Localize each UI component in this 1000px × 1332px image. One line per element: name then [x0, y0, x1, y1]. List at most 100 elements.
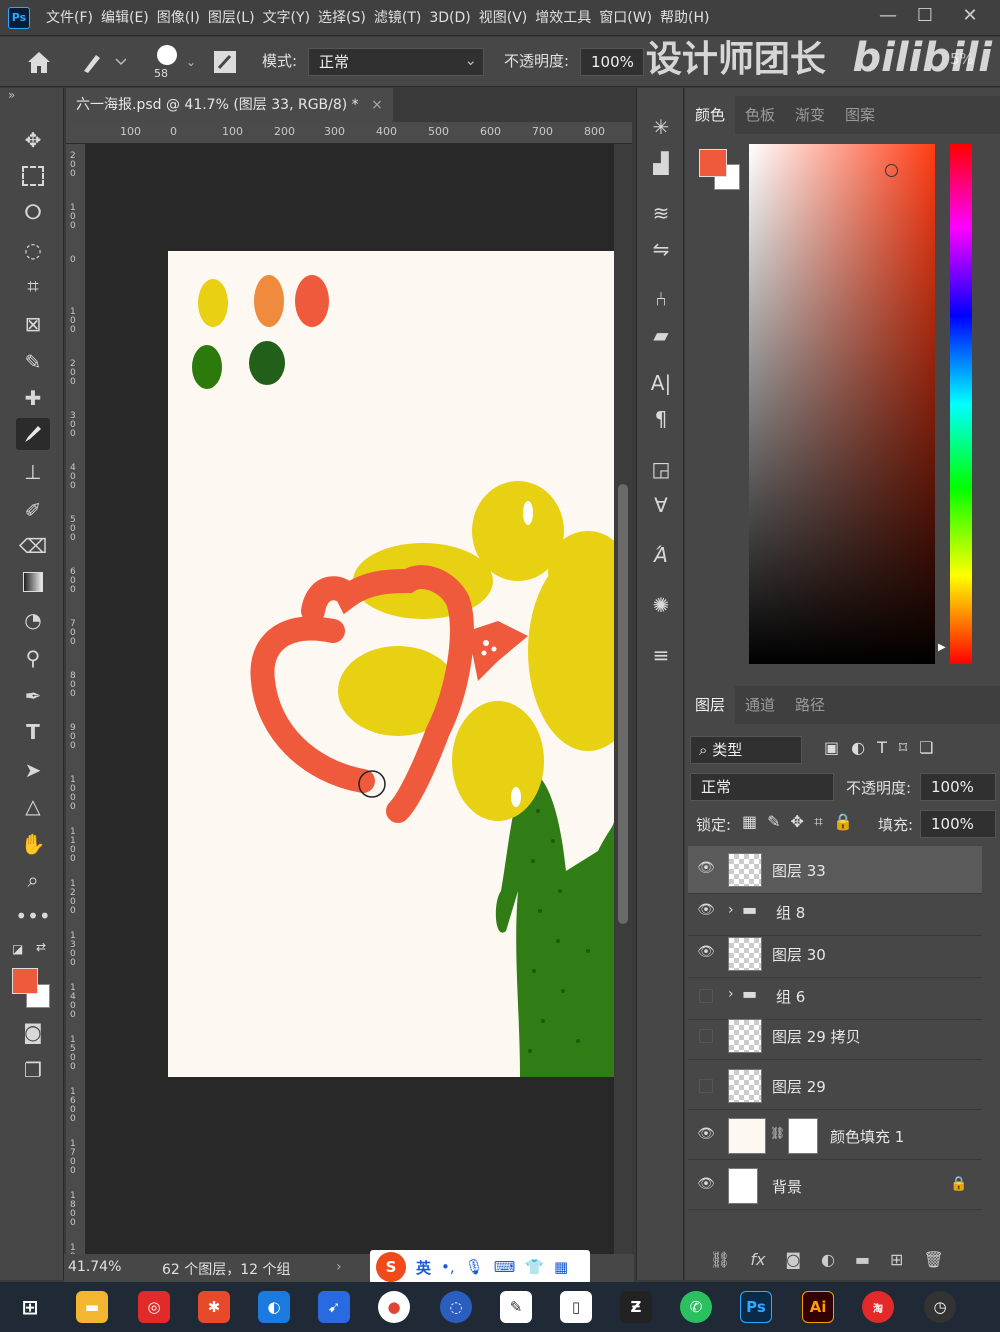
tab-channels[interactable]: 通道 [735, 686, 785, 724]
gradient-tool-icon[interactable] [16, 566, 50, 598]
menu-filter[interactable]: 滤镜(T) [374, 0, 429, 36]
sogou-logo-icon[interactable]: S [376, 1252, 406, 1282]
image-filter-icon[interactable]: ▣ [824, 738, 839, 757]
chrome-icon[interactable]: ● [378, 1291, 410, 1323]
menu-3d[interactable]: 3D(D) [429, 0, 478, 36]
menu-layer[interactable]: 图层(L) [208, 0, 263, 36]
type-tool-icon[interactable]: T [16, 716, 50, 748]
healing-tool-icon[interactable]: ✚ [16, 382, 50, 414]
windows-start-icon[interactable]: ⊞ [14, 1291, 46, 1323]
glyphs-icon[interactable]: Ά [643, 538, 679, 572]
link-icon[interactable]: ⛓ [770, 1126, 785, 1140]
menu-plugins[interactable]: 增效工具 [535, 0, 599, 36]
eye-icon[interactable]: 👁 [696, 1176, 716, 1196]
photoshop-taskbar-icon[interactable]: Ps [740, 1291, 772, 1323]
shape-tool-icon[interactable]: △ [16, 790, 50, 822]
punctuation-icon[interactable]: •, [441, 1258, 455, 1276]
histogram-icon[interactable]: ▟ [643, 146, 679, 180]
new-layer-icon[interactable]: ⊞ [890, 1250, 903, 1269]
chevron-down-icon[interactable]: ⌄ [186, 55, 196, 69]
app-circle-icon[interactable]: ◌ [440, 1291, 472, 1323]
netease-music-icon[interactable]: ◎ [138, 1291, 170, 1323]
zoom-tool-icon[interactable]: ⌕ [16, 864, 50, 896]
chevron-right-icon[interactable]: › [728, 902, 734, 918]
lock-pixels-icon[interactable]: ▦ [742, 812, 757, 832]
home-icon[interactable] [24, 47, 54, 77]
dodge-tool-icon[interactable]: ⚲ [16, 642, 50, 674]
character-icon[interactable]: A| [643, 366, 679, 400]
crop-tool-icon[interactable]: ⌗ [16, 270, 50, 302]
file-explorer-icon[interactable]: ▬ [76, 1291, 108, 1323]
swap-colors-icon[interactable]: ⇄ [36, 940, 46, 954]
layer-row[interactable]: 图层 29 拷贝 [688, 1012, 982, 1060]
document-tab[interactable]: 六一海报.psd @ 41.7% (图层 33, RGB/8) * × [66, 88, 393, 122]
app-z-icon[interactable]: Ƶ [620, 1291, 652, 1323]
stamp-tool-icon[interactable]: ⊥ [16, 456, 50, 488]
new-group-icon[interactable]: ▬ [855, 1250, 870, 1269]
layer-row[interactable]: 👁 ⛓ 颜色填充 1 [688, 1112, 982, 1160]
close-tab-icon[interactable]: × [371, 97, 383, 113]
document-canvas[interactable] [168, 251, 614, 1077]
shape-filter-icon[interactable]: ⌑ [899, 738, 907, 757]
more-tools-icon[interactable]: ••• [15, 900, 50, 932]
mode-select[interactable]: 正常 ⌄ [308, 48, 484, 76]
layer-filter-select[interactable]: ⌕ 类型 [690, 736, 802, 764]
app-blue-icon[interactable]: ◐ [258, 1291, 290, 1323]
lock-artboard-icon[interactable]: ⌗ [814, 812, 823, 832]
frame-tool-icon[interactable]: ⊠ [16, 308, 50, 340]
eye-icon[interactable]: 👁 [696, 944, 716, 964]
add-mask-icon[interactable]: ◙ [785, 1250, 801, 1269]
layer-row[interactable]: 👁 图层 33 [688, 846, 982, 894]
quick-select-tool-icon[interactable]: ◌ [16, 234, 50, 266]
layer-row[interactable]: 👁 图层 30 [688, 930, 982, 978]
menu-type[interactable]: 文字(Y) [263, 0, 318, 36]
tab-color[interactable]: 颜色 [685, 96, 736, 134]
hue-slider[interactable] [950, 144, 972, 664]
tab-layers[interactable]: 图层 [685, 686, 736, 724]
layer-opacity-field[interactable]: 100% [920, 773, 996, 801]
adjustment-filter-icon[interactable]: ◐ [851, 738, 865, 757]
taobao-icon[interactable]: 淘 [862, 1291, 894, 1323]
eraser-tool-icon[interactable]: ⌫ [16, 530, 50, 562]
brush-panel-icon[interactable]: ≋ [643, 196, 679, 230]
quick-mask-icon[interactable]: ◙ [16, 1016, 50, 1048]
skin-icon[interactable]: 👕 [525, 1258, 544, 1276]
visibility-toggle[interactable] [699, 989, 713, 1003]
panel-foreground-swatch[interactable] [699, 149, 727, 177]
pen-tool-icon[interactable]: ✒ [16, 680, 50, 712]
screen-mode-icon[interactable]: ❐ [16, 1054, 50, 1086]
restore-button[interactable]: ☐ [905, 2, 945, 30]
marquee-tool-icon[interactable] [16, 160, 50, 192]
fill-field[interactable]: 100% [920, 810, 996, 838]
paragraph-styles-icon[interactable]: ◲ [643, 452, 679, 486]
menu-edit[interactable]: 编辑(E) [101, 0, 157, 36]
minimize-button[interactable]: — [868, 2, 908, 30]
foreground-color-swatch[interactable] [12, 968, 38, 994]
eye-icon[interactable]: 👁 [696, 860, 716, 880]
layer-row[interactable]: 👁 背景 🔒 [688, 1162, 982, 1210]
chevron-right-icon[interactable]: › [728, 986, 734, 1002]
tab-patterns[interactable]: 图案 [835, 96, 885, 134]
vertical-scrollbar[interactable] [614, 144, 632, 1254]
layer-row[interactable]: 图层 29 [688, 1062, 982, 1110]
scroll-thumb[interactable] [618, 484, 628, 924]
close-button[interactable]: ✕ [950, 2, 990, 30]
app-clock-icon[interactable]: ◷ [924, 1291, 956, 1323]
blend-mode-select[interactable]: 正常 [690, 773, 834, 801]
brush-size-picker[interactable]: 58 [148, 41, 188, 83]
layer-row[interactable]: 👁 › ▬ 组 8 [688, 888, 982, 936]
eye-icon[interactable]: 👁 [696, 902, 716, 922]
menu-file[interactable]: 文件(F) [46, 0, 101, 36]
type-filter-icon[interactable]: T [877, 738, 887, 757]
tab-gradients[interactable]: 渐变 [785, 96, 835, 134]
toolbox-icon[interactable]: ▦ [554, 1258, 568, 1276]
adjustment-layer-icon[interactable]: ◐ [821, 1250, 835, 1269]
properties-icon[interactable]: ≡ [643, 638, 679, 672]
app-bird-icon[interactable]: ➹ [318, 1291, 350, 1323]
microphone-icon[interactable]: 🎙 [465, 1258, 484, 1276]
keyboard-icon[interactable]: ⌨ [494, 1258, 516, 1276]
link-layers-icon[interactable]: ⛓ [710, 1250, 730, 1269]
hand-tool-icon[interactable]: ✋ [16, 828, 50, 860]
collapse-icon[interactable]: » [8, 88, 15, 102]
hue-slider-marker[interactable]: ▶ [938, 642, 946, 653]
